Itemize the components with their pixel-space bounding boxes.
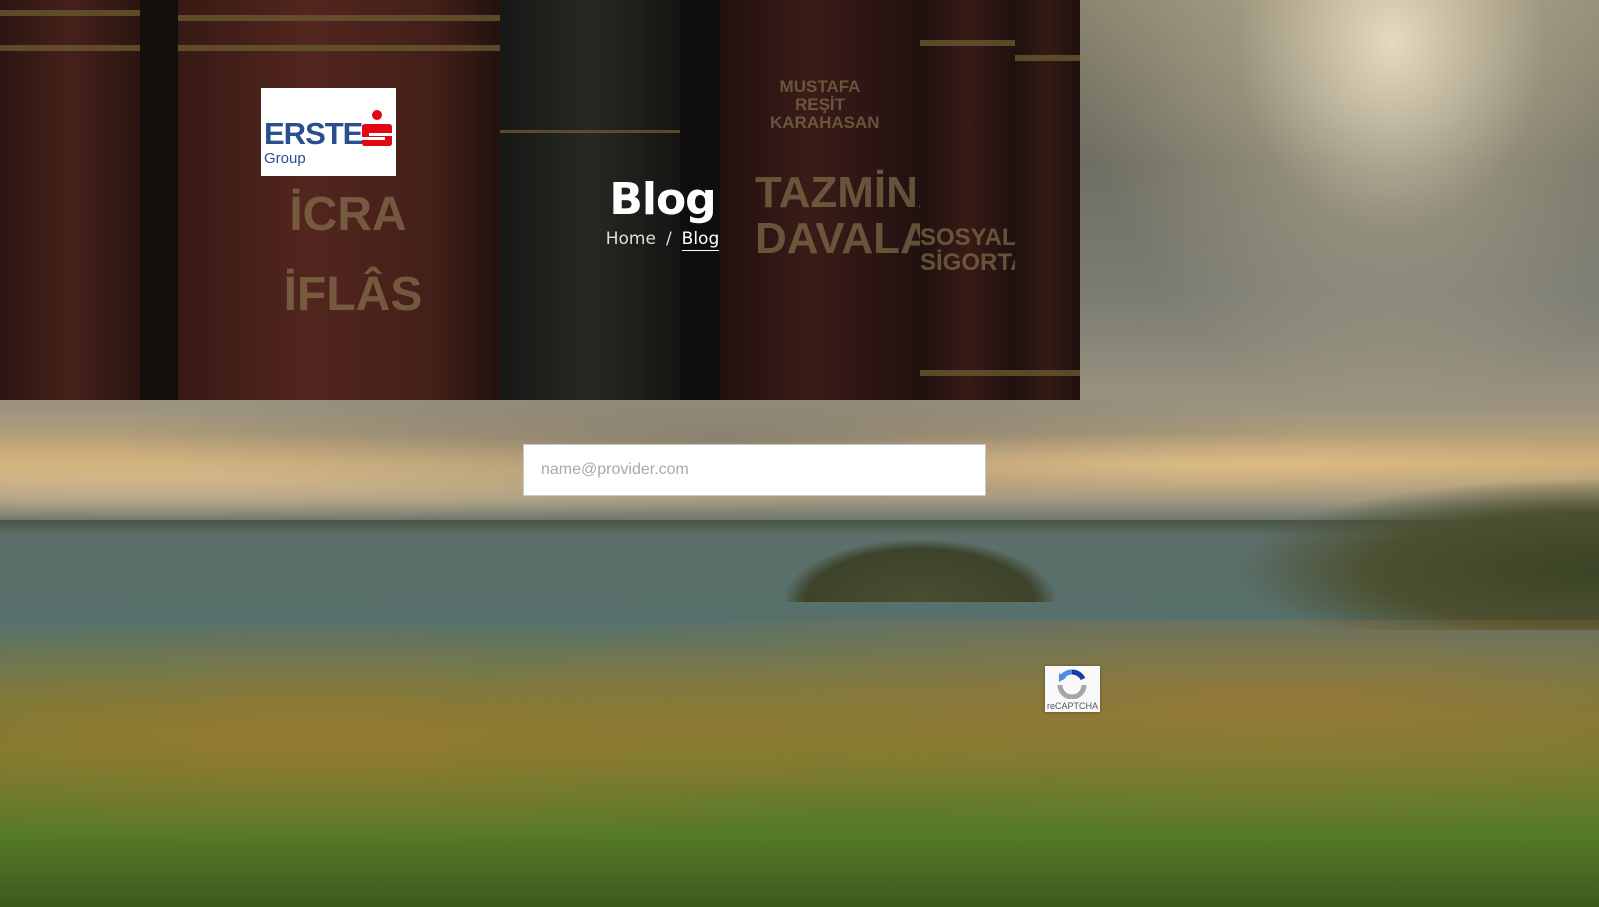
- island: [785, 540, 1055, 602]
- page-header: İCRA İFLÂS MUSTAFA REŞİT KARAHASAN TAZMİ…: [0, 0, 1080, 400]
- logo-wordmark: ERSTE: [264, 116, 363, 151]
- recaptcha-badge[interactable]: reCAPTCHA: [1045, 666, 1100, 712]
- foreground-grass: [0, 620, 1599, 907]
- email-field[interactable]: [523, 444, 986, 496]
- breadcrumb-current-link[interactable]: Blog: [681, 229, 720, 251]
- breadcrumb: Home / Blog: [540, 229, 785, 251]
- page-title: Blog: [609, 174, 716, 226]
- headland: [1240, 480, 1599, 630]
- erste-group-logo[interactable]: ERSTE Group: [261, 88, 396, 176]
- sky-glow: [1080, 0, 1599, 420]
- recaptcha-label: reCAPTCHA: [1046, 701, 1098, 711]
- recaptcha-icon: [1057, 669, 1087, 699]
- erste-s-icon: [362, 110, 392, 146]
- breadcrumb-home-link[interactable]: Home: [606, 229, 656, 249]
- logo-subtitle: Group: [264, 150, 306, 167]
- breadcrumb-separator: /: [665, 229, 672, 249]
